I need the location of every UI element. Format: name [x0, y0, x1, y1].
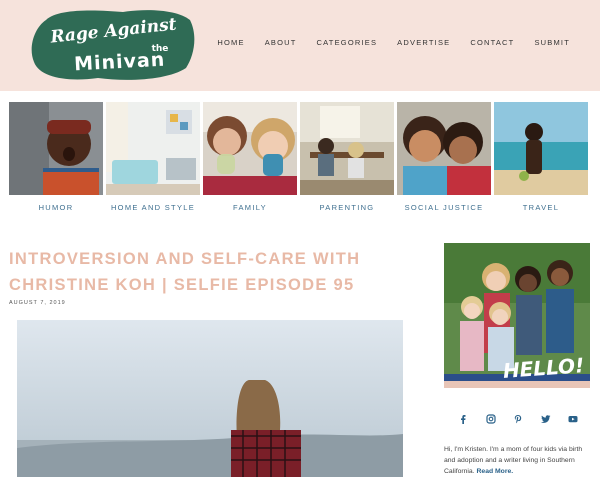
- logo-badge: Rage Against the Minivan: [31, 10, 195, 80]
- post-title[interactable]: INTROVERSION AND SELF-CARE WITH CHRISTIN…: [9, 246, 409, 298]
- social-links: [458, 411, 578, 424]
- category-label[interactable]: TRAVEL: [494, 203, 588, 212]
- category-home-image[interactable]: [106, 102, 200, 195]
- category-social-justice-image[interactable]: [397, 102, 491, 195]
- category-label[interactable]: HUMOR: [9, 203, 103, 212]
- category-travel[interactable]: TRAVEL: [494, 102, 588, 220]
- category-humor-image[interactable]: [9, 102, 103, 195]
- category-label[interactable]: FAMILY: [203, 203, 297, 212]
- read-more-link[interactable]: Read More.: [477, 468, 514, 475]
- author-bio: Hi, I'm Kristen. I'm a mom of four kids …: [444, 444, 594, 477]
- category-label[interactable]: PARENTING: [300, 203, 394, 212]
- nav-advertise[interactable]: ADVERTISE: [397, 38, 450, 47]
- category-parenting-image[interactable]: [300, 102, 394, 195]
- category-parenting[interactable]: PARENTING: [300, 102, 394, 220]
- instagram-icon[interactable]: [485, 411, 496, 424]
- category-home-and-style[interactable]: HOME AND STYLE: [106, 102, 200, 220]
- category-social-justice[interactable]: SOCIAL JUSTICE: [397, 102, 491, 220]
- category-travel-image[interactable]: [494, 102, 588, 195]
- youtube-icon[interactable]: [568, 411, 578, 423]
- post-hero-image[interactable]: [17, 320, 403, 477]
- category-label[interactable]: HOME AND STYLE: [106, 203, 200, 212]
- category-humor[interactable]: HUMOR: [9, 102, 103, 220]
- nav-categories[interactable]: CATEGORIES: [317, 38, 378, 47]
- post-date: AUGUST 7, 2019: [9, 300, 66, 306]
- nav-about[interactable]: ABOUT: [265, 38, 297, 47]
- site-header: Rage Against the Minivan HOME ABOUT CATE…: [0, 0, 600, 91]
- post-title-line-1[interactable]: INTROVERSION AND SELF-CARE WITH: [9, 250, 360, 268]
- nav-contact[interactable]: CONTACT: [470, 38, 514, 47]
- main-nav: HOME ABOUT CATEGORIES ADVERTISE CONTACT …: [197, 38, 570, 47]
- nav-submit[interactable]: SUBMIT: [534, 38, 570, 47]
- author-photo[interactable]: HELLO!: [444, 243, 590, 388]
- category-family[interactable]: FAMILY: [203, 102, 297, 220]
- category-label[interactable]: SOCIAL JUSTICE: [397, 203, 491, 212]
- nav-home[interactable]: HOME: [217, 38, 244, 47]
- pinterest-icon[interactable]: [513, 411, 523, 424]
- facebook-icon[interactable]: [458, 411, 468, 424]
- twitter-icon[interactable]: [540, 411, 551, 423]
- post-title-line-2[interactable]: CHRISTINE KOH | SELFIE EPISODE 95: [9, 276, 355, 294]
- site-logo[interactable]: Rage Against the Minivan: [28, 6, 198, 84]
- category-grid: HUMOR HOME AND STYLE FAMILY PARENTING SO…: [9, 102, 591, 220]
- category-family-image[interactable]: [203, 102, 297, 195]
